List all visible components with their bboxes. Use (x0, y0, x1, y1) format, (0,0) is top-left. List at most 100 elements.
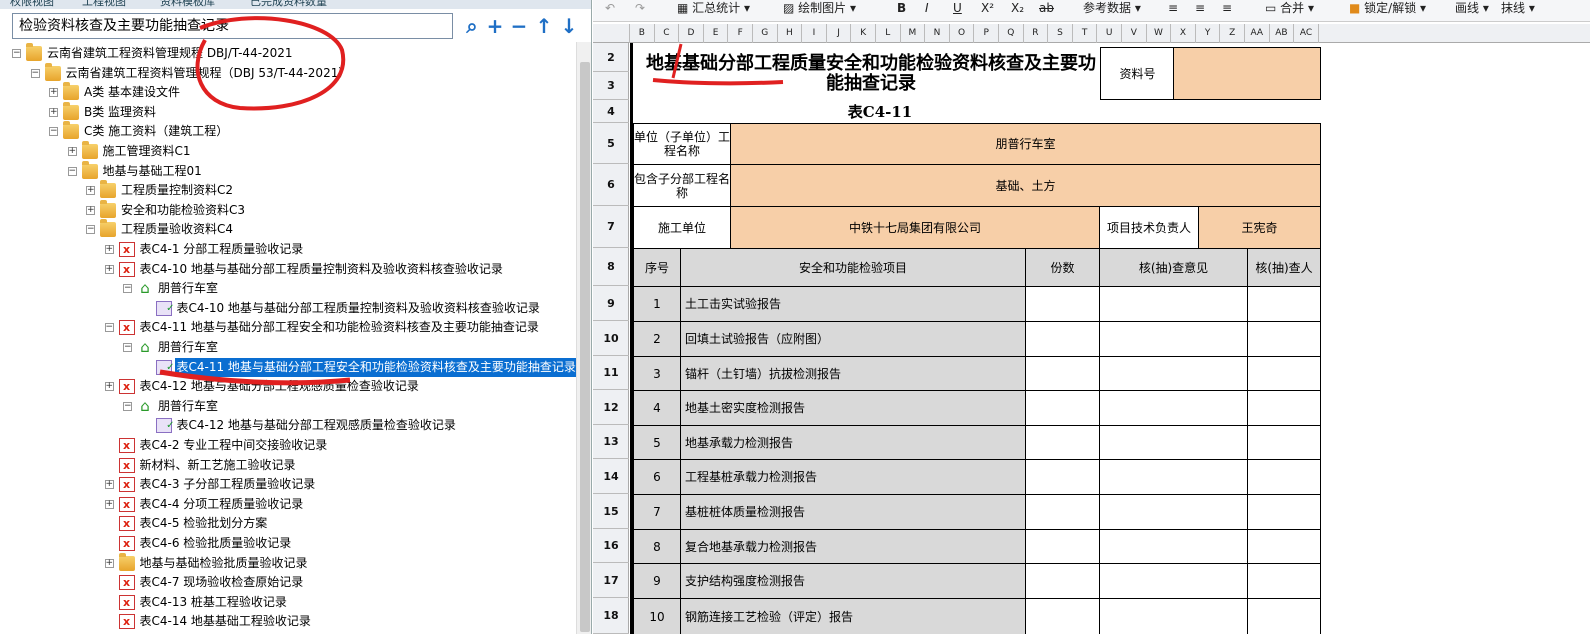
row-number[interactable]: 9 (633, 563, 681, 599)
tree-node[interactable]: x 表C4-6 检验批质量验收记录 (0, 534, 576, 553)
tree-node[interactable]: − 云南省建筑工程资料管理规程 DBJ/T-44-2021 (0, 43, 576, 63)
row-header[interactable]: 4 (593, 100, 629, 123)
column-header[interactable]: S (1048, 24, 1073, 43)
checker-cell[interactable] (1247, 494, 1321, 530)
column-header[interactable]: X (1171, 24, 1196, 43)
tech-lead-label[interactable]: 项目技术负责人 (1099, 206, 1199, 249)
opinion-cell[interactable] (1099, 563, 1248, 599)
collapse-icon[interactable]: − (12, 49, 21, 58)
tree-node[interactable]: − ⌂ 朋普行车室 (0, 397, 576, 416)
column-header[interactable]: K (851, 24, 876, 43)
copies-cell[interactable] (1025, 425, 1100, 460)
check-item[interactable]: 土工击实试验报告 (680, 286, 1026, 322)
checker-cell[interactable] (1247, 459, 1321, 495)
tree-node[interactable]: + x 表C4-12 地基与基础分部工程观感质量检查验收记录 (0, 377, 576, 396)
checker-cell[interactable] (1247, 356, 1321, 391)
column-header[interactable]: T (1073, 24, 1098, 43)
row-number[interactable]: 4 (633, 390, 681, 426)
column-header[interactable]: B (630, 24, 655, 43)
column-header[interactable]: Z (1220, 24, 1245, 43)
tree-node[interactable]: x 新材料、新工艺施工验收记录 (0, 456, 576, 475)
undo-icon[interactable]: ↶ (605, 0, 615, 17)
checker-cell[interactable] (1247, 425, 1321, 460)
expand-icon[interactable]: + (104, 499, 114, 509)
table-header[interactable]: 份数 (1025, 248, 1100, 287)
expand-icon[interactable]: + (86, 205, 95, 215)
tree-node[interactable]: + B类 监理资料 (0, 101, 576, 122)
copies-cell[interactable] (1025, 529, 1100, 564)
copies-cell[interactable] (1025, 598, 1100, 634)
tree-node[interactable]: x 表C4-2 专业工程中间交接验收记录 (0, 436, 576, 455)
left-tab-1[interactable]: 工程视图 (82, 0, 126, 9)
superscript-icon[interactable]: X² (981, 0, 994, 17)
italic-icon[interactable]: I (925, 0, 929, 17)
opinion-cell[interactable] (1099, 598, 1248, 634)
row-number[interactable]: 10 (633, 598, 681, 634)
column-header[interactable]: D (679, 24, 704, 43)
row-number[interactable]: 3 (633, 356, 681, 391)
row-header[interactable]: 16 (593, 529, 629, 563)
row-number[interactable]: 7 (633, 494, 681, 530)
checker-cell[interactable] (1247, 529, 1321, 564)
check-item[interactable]: 回填土试验报告（应附图） (680, 321, 1026, 357)
draw-button[interactable]: ▨ 绘制图片 ▾ (783, 0, 856, 17)
tree-node[interactable]: + 安全和功能检验资料C3 (0, 199, 576, 220)
tree-node[interactable]: − 工程质量验收资料C4 (0, 219, 576, 239)
bold-icon[interactable]: B (897, 0, 906, 17)
search-icon[interactable]: ⌕ (461, 15, 483, 37)
tree-node[interactable]: + x 表C4-10 地基与基础分部工程质量控制资料及验收资料核查验收记录 (0, 260, 576, 279)
column-header[interactable]: M (901, 24, 926, 43)
check-item[interactable]: 工程基桩承载力检测报告 (680, 459, 1026, 495)
unit-value[interactable]: 朋普行车室 (730, 123, 1321, 165)
check-item[interactable]: 钢筋连接工艺检验（评定）报告 (680, 598, 1026, 634)
collapse-icon[interactable]: − (123, 401, 132, 411)
expand-icon[interactable]: + (49, 107, 58, 117)
check-item[interactable]: 地基承载力检测报告 (680, 425, 1026, 460)
column-header[interactable]: J (827, 24, 852, 43)
check-item[interactable]: 锚杆（土钉墙）抗拔检测报告 (680, 356, 1026, 391)
tree-node[interactable]: + x 表C4-3 子分部工程质量验收记录 (0, 475, 576, 494)
collapse-icon[interactable]: − (86, 225, 95, 235)
tree-node[interactable]: + x 表C4-4 分项工程质量验收记录 (0, 495, 576, 514)
align-center-icon[interactable]: ≡ (1195, 0, 1205, 17)
tech-lead-value[interactable]: 王宪奇 (1198, 206, 1321, 249)
opinion-cell[interactable] (1099, 494, 1248, 530)
column-header[interactable]: F (728, 24, 753, 43)
row-header[interactable]: 11 (593, 356, 629, 390)
expand-icon[interactable]: + (104, 480, 114, 490)
tree-node[interactable]: x 表C4-14 地基基础工程验收记录 (0, 612, 576, 631)
tree-node[interactable]: 表C4-11 地基与基础分部工程安全和功能检验资料核查及主要功能抽查记录 (0, 357, 576, 377)
row-header[interactable]: 15 (593, 494, 629, 529)
row-header[interactable]: 5 (593, 123, 629, 164)
row-header[interactable]: 10 (593, 321, 629, 356)
column-header[interactable]: V (1122, 24, 1147, 43)
checker-cell[interactable] (1247, 321, 1321, 357)
tree-scrollbar[interactable] (576, 42, 591, 634)
opinion-cell[interactable] (1099, 390, 1248, 426)
tree-node[interactable]: − x 表C4-11 地基与基础分部工程安全和功能检验资料核查及主要功能抽查记录 (0, 318, 576, 337)
copies-cell[interactable] (1025, 390, 1100, 426)
expand-icon[interactable]: + (104, 382, 114, 392)
column-header[interactable]: AA (1245, 24, 1270, 43)
column-header[interactable]: U (1097, 24, 1122, 43)
row-header[interactable]: 12 (593, 390, 629, 425)
expand-icon[interactable]: + (86, 186, 95, 196)
align-left-icon[interactable]: ≡ (1168, 0, 1178, 17)
table-number[interactable]: 表C4-11 (750, 101, 1010, 123)
subunit-label[interactable]: 包含子分部工程名称 (633, 164, 731, 207)
collapse-icon[interactable]: − (123, 343, 132, 352)
opinion-cell[interactable] (1099, 459, 1248, 495)
row-number[interactable]: 2 (633, 321, 681, 357)
tree-node[interactable]: x 表C4-5 检验批划分方案 (0, 514, 576, 533)
ref-button[interactable]: 参考数据 ▾ (1083, 0, 1141, 17)
column-header[interactable]: P (974, 24, 999, 43)
column-header[interactable]: L (876, 24, 901, 43)
underline-icon[interactable]: U (953, 0, 962, 17)
row-header[interactable]: 2 (593, 43, 629, 72)
opinion-cell[interactable] (1099, 286, 1248, 322)
column-header[interactable]: H (778, 24, 803, 43)
search-input[interactable]: 检验资料核查及主要功能抽查记录 (12, 13, 453, 39)
row-header[interactable]: 9 (593, 286, 629, 321)
row-header[interactable]: 17 (593, 563, 629, 598)
column-header[interactable]: AC (1294, 24, 1319, 43)
